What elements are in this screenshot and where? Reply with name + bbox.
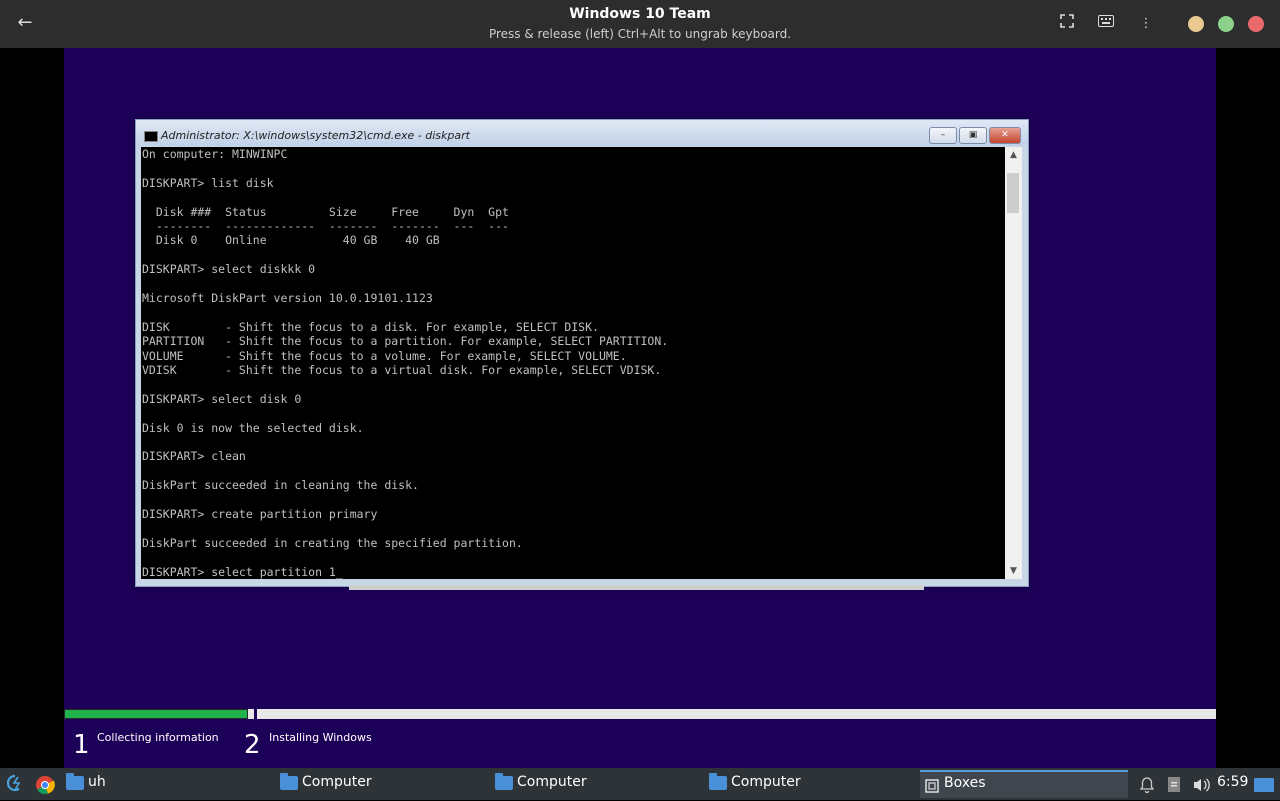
keyboard-icon[interactable] xyxy=(1096,14,1116,34)
show-desktop-icon[interactable] xyxy=(1253,771,1275,797)
folder-icon xyxy=(280,773,298,790)
clock[interactable]: 6:59 xyxy=(1217,774,1248,790)
window-subtitle: Press & release (left) Ctrl+Alt to ungra… xyxy=(488,27,792,41)
console-line: VDISK - Shift the focus to a virtual dis… xyxy=(142,363,662,377)
boxes-icon xyxy=(925,778,939,797)
clipboard-icon[interactable] xyxy=(1165,771,1183,797)
task-label: uh xyxy=(88,774,106,790)
taskbar: uh Computer Computer Computer Boxes 6:59 xyxy=(0,768,1280,800)
horizontal-scrollbar xyxy=(349,585,924,590)
step-number: 1 xyxy=(73,730,90,760)
console-line: DISKPART> clean xyxy=(142,449,246,464)
window-title: Windows 10 Team xyxy=(569,6,711,22)
console-line: DISKPART> create partition primary xyxy=(142,507,378,521)
setup-progress-step1 xyxy=(64,709,248,719)
console-line: DISKPART> select disk 0 xyxy=(142,391,302,406)
cmd-close-button[interactable]: ✕ xyxy=(989,127,1021,144)
header-bar: ← Windows 10 Team Press & release (left)… xyxy=(0,0,1280,48)
menu-dots-icon[interactable]: ⋮ xyxy=(1136,14,1156,34)
folder-icon xyxy=(66,773,84,790)
start-menu-icon[interactable] xyxy=(4,771,26,797)
console-line: Disk ### Status Size Free Dyn Gpt xyxy=(142,204,509,219)
cmd-minimize-button[interactable]: – xyxy=(929,127,957,144)
task-label: Boxes xyxy=(944,775,986,791)
console-line: Microsoft DiskPart version 10.0.19101.11… xyxy=(142,291,433,305)
cmd-restore-button[interactable]: ▣ xyxy=(959,127,987,144)
cmd-icon xyxy=(144,131,158,142)
console-line: DISKPART> select partition 1_ xyxy=(142,564,343,579)
setup-progress-step1-remainder xyxy=(248,709,254,719)
folder-icon xyxy=(495,773,513,790)
step-label: Installing Windows xyxy=(269,731,372,744)
console-line: DiskPart succeeded in creating the speci… xyxy=(142,535,523,550)
maximize-button[interactable] xyxy=(1218,16,1234,32)
console-line: -------- ------------- ------- ------- -… xyxy=(142,219,509,233)
console-line: VOLUME - Shift the focus to a volume. Fo… xyxy=(142,348,627,363)
console-line: Disk 0 Online 40 GB 40 GB xyxy=(142,233,440,248)
step-label: Collecting information xyxy=(97,731,219,744)
fullscreen-icon[interactable] xyxy=(1057,14,1077,34)
chrome-icon[interactable] xyxy=(34,771,56,797)
task-label: Computer xyxy=(731,774,801,790)
console-line: DISKPART> list disk xyxy=(142,175,274,190)
task-computer-2[interactable]: Computer xyxy=(493,770,693,798)
console-line: DISKPART> select diskkk 0 xyxy=(142,262,316,277)
task-boxes[interactable]: Boxes xyxy=(920,770,1128,798)
console-line: PARTITION - Shift the focus to a partiti… xyxy=(142,334,669,349)
console-scrollbar[interactable]: ▲ ▼ xyxy=(1005,147,1022,579)
cmd-titlebar[interactable]: Administrator: X:\windows\system32\cmd.e… xyxy=(136,120,1028,146)
vm-display[interactable]: Administrator: X:\windows\system32\cmd.e… xyxy=(0,48,1280,768)
console-line: DiskPart succeeded in cleaning the disk. xyxy=(142,478,419,493)
bell-icon[interactable] xyxy=(1138,771,1156,797)
task-label: Computer xyxy=(517,774,587,790)
task-computer-1[interactable]: Computer xyxy=(278,770,478,798)
folder-icon xyxy=(709,773,727,790)
task-label: Computer xyxy=(302,774,372,790)
task-uh[interactable]: uh xyxy=(64,770,264,798)
minimize-button[interactable] xyxy=(1188,16,1204,32)
cmd-title: Administrator: X:\windows\system32\cmd.e… xyxy=(161,129,470,142)
console-output[interactable]: On computer: MINWINPC DISKPART> list disk… xyxy=(141,147,1005,579)
guest-screen: Administrator: X:\windows\system32\cmd.e… xyxy=(64,48,1216,768)
close-button[interactable] xyxy=(1248,16,1264,32)
cmd-window: Administrator: X:\windows\system32\cmd.e… xyxy=(135,119,1029,587)
scroll-thumb[interactable] xyxy=(1007,173,1019,213)
scroll-down-icon[interactable]: ▼ xyxy=(1005,563,1022,579)
console-line: On computer: MINWINPC xyxy=(142,147,288,161)
task-computer-3[interactable]: Computer xyxy=(707,770,907,798)
volume-icon[interactable] xyxy=(1191,771,1211,797)
setup-progress-step2 xyxy=(257,709,1216,719)
console-line: Disk 0 is now the selected disk. xyxy=(142,420,364,435)
console-line: DISK - Shift the focus to a disk. For ex… xyxy=(142,319,599,334)
scroll-up-icon[interactable]: ▲ xyxy=(1005,147,1022,163)
step-number: 2 xyxy=(244,730,261,760)
